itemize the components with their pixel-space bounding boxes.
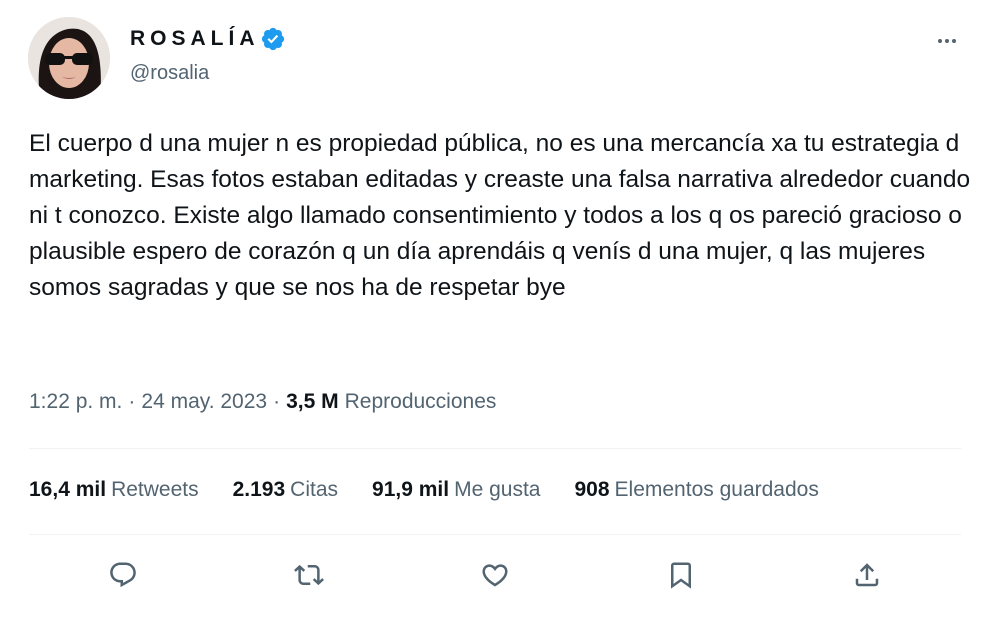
share-icon [855, 563, 879, 587]
stat-label: Citas [290, 478, 339, 501]
stat-count: 91,9 mil [372, 478, 450, 501]
avatar[interactable] [28, 17, 110, 99]
verified-badge-icon[interactable] [260, 26, 286, 52]
display-name[interactable]: ROSALÍA [130, 27, 260, 51]
stat-count: 908 [574, 478, 610, 501]
like-button[interactable] [475, 555, 515, 595]
stat-label: Elementos guardados [614, 478, 819, 501]
avatar-image [28, 17, 110, 99]
tweet-text: El cuerpo d una mujer n es propiedad púb… [29, 130, 971, 301]
divider [29, 448, 961, 449]
stat-count: 16,4 mil [29, 478, 107, 501]
reply-icon [110, 562, 136, 588]
retweet-button[interactable] [289, 555, 329, 595]
tweet-meta: 1:22 p. m. · 24 may. 2023 · 3,5 M Reprod… [29, 390, 496, 414]
stat-retweets[interactable]: 16,4 mil Retweets [29, 478, 199, 502]
bookmark-button[interactable] [661, 555, 701, 595]
tweet-date[interactable]: 24 may. 2023 [141, 390, 267, 414]
more-options-icon[interactable] [932, 30, 962, 52]
stat-label: Me gusta [454, 478, 541, 501]
author-handle[interactable]: @rosalia [130, 62, 209, 85]
meta-separator: · [128, 390, 136, 413]
stat-quotes[interactable]: 2.193 Citas [233, 478, 338, 502]
views-count: 3,5 M [286, 390, 339, 413]
divider [29, 534, 961, 535]
stat-bookmarks[interactable]: 908 Elementos guardados [574, 478, 818, 502]
meta-separator: · [273, 390, 281, 413]
tweet: ROSALÍA @rosalia El cuerpo d una mujer n… [0, 0, 992, 620]
tweet-time[interactable]: 1:22 p. m. [29, 390, 122, 414]
stat-count: 2.193 [232, 478, 286, 501]
stat-label: Retweets [111, 478, 199, 501]
author-name-row: ROSALÍA [130, 26, 286, 52]
stat-likes[interactable]: 91,9 mil Me gusta [372, 478, 540, 502]
reply-button[interactable] [103, 555, 143, 595]
engagement-stats: 16,4 mil Retweets 2.193 Citas 91,9 mil M… [29, 478, 853, 502]
bookmark-icon [671, 562, 691, 589]
like-icon [482, 564, 508, 587]
action-bar [0, 555, 992, 595]
views-label: Reproducciones [344, 390, 497, 413]
retweet-icon [294, 564, 324, 586]
share-button[interactable] [847, 555, 887, 595]
